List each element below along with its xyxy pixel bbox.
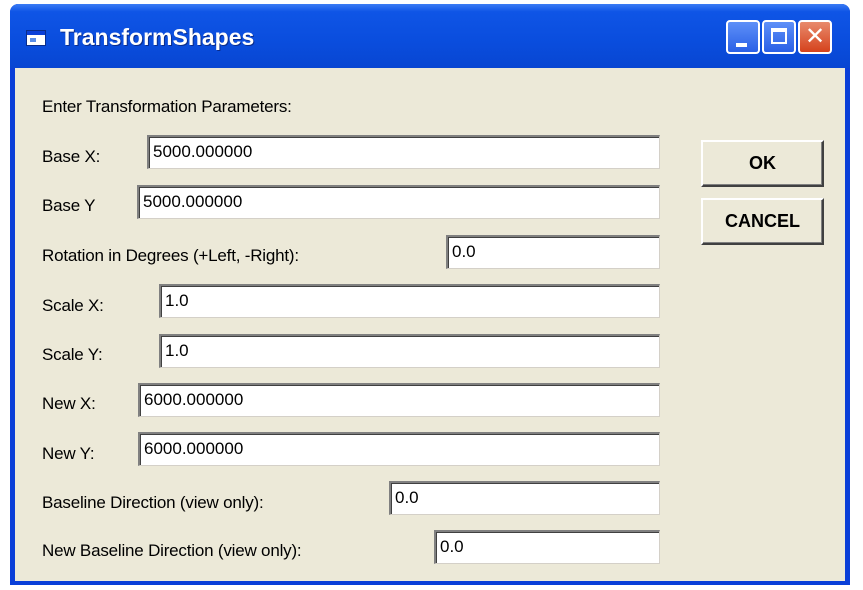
maximize-icon <box>771 28 787 44</box>
minimize-button[interactable] <box>726 20 760 54</box>
close-button[interactable]: ✕ <box>798 20 832 54</box>
ok-button[interactable]: OK <box>701 140 824 187</box>
cancel-button[interactable]: CANCEL <box>701 198 824 245</box>
base-y-input[interactable]: 5000.000000 <box>137 185 660 219</box>
dialog-window: TransformShapes ✕ Enter Transformation P… <box>10 4 850 585</box>
base-y-label: Base Y <box>42 196 96 215</box>
form-heading: Enter Transformation Parameters: <box>42 97 292 116</box>
maximize-button[interactable] <box>762 20 796 54</box>
scale-x-label: Scale X: <box>42 296 104 315</box>
window-title: TransformShapes <box>60 24 255 50</box>
baseline-direction-field: 0.0 <box>389 481 660 515</box>
new-y-label: New Y: <box>42 444 95 463</box>
new-x-input[interactable]: 6000.000000 <box>138 383 660 417</box>
base-x-input[interactable]: 5000.000000 <box>147 135 660 169</box>
rotation-input[interactable]: 0.0 <box>446 235 660 269</box>
baseline-direction-label: Baseline Direction (view only): <box>42 493 264 512</box>
title-bar[interactable]: TransformShapes ✕ <box>10 4 850 68</box>
rotation-label: Rotation in Degrees (+Left, -Right): <box>42 246 299 265</box>
new-baseline-direction-label: New Baseline Direction (view only): <box>42 541 302 560</box>
scale-x-input[interactable]: 1.0 <box>159 284 660 318</box>
scale-y-label: Scale Y: <box>42 345 103 364</box>
new-y-input[interactable]: 6000.000000 <box>138 432 660 466</box>
minimize-icon <box>736 43 747 47</box>
close-icon: ✕ <box>804 23 826 50</box>
scale-y-input[interactable]: 1.0 <box>159 334 660 368</box>
new-baseline-direction-field: 0.0 <box>434 530 660 564</box>
new-x-label: New X: <box>42 394 96 413</box>
base-x-label: Base X: <box>42 147 101 166</box>
dialog-body: Enter Transformation Parameters: Base X:… <box>15 68 845 581</box>
app-window-icon <box>26 30 46 46</box>
